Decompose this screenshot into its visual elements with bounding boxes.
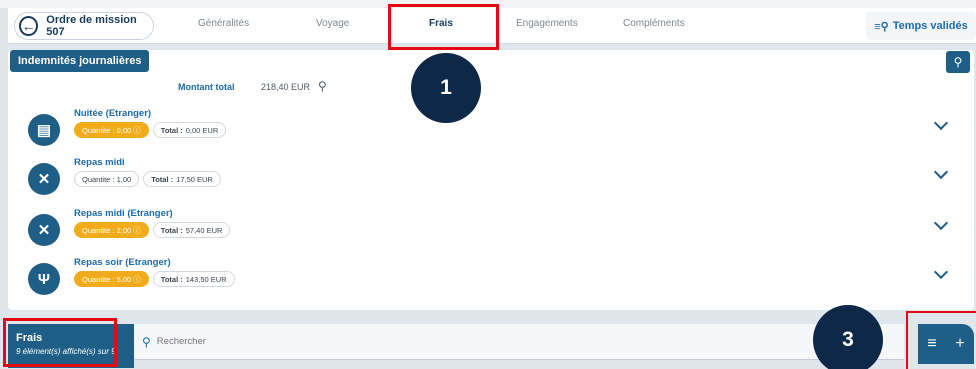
montant-total-value: 218,40 EUR — [261, 82, 311, 92]
highlight-frais-list — [3, 318, 117, 367]
total-badge: Total :0,00 EUR — [152, 122, 227, 138]
arrow-left-icon: ← — [19, 16, 39, 36]
list-item[interactable]: ✕ Repas midi (Etranger) Quantite : 2,00 … — [8, 208, 974, 254]
tab-complements[interactable]: Compléments — [623, 18, 685, 29]
temps-valides-button[interactable]: ≡⚲ Temps validés — [866, 12, 976, 40]
search-icon: ⚲ — [953, 55, 963, 69]
tab-generalites[interactable]: Généralités — [198, 18, 249, 29]
item-title: Nuitée (Etranger) — [74, 108, 152, 119]
item-title: Repas soir (Etranger) — [74, 257, 171, 268]
highlight-actions — [906, 311, 976, 369]
chevron-down-icon[interactable] — [933, 115, 949, 131]
chevron-down-icon[interactable] — [933, 164, 949, 180]
total-badge: Total :17,50 EUR — [143, 171, 221, 187]
fork-knife-icon: Ψ — [28, 263, 60, 295]
quantite-badge: Quantite : 2,00 ⓘ — [74, 222, 149, 238]
montant-total-label: Montant total — [178, 82, 235, 92]
list-item[interactable]: ▤ Nuitée (Etranger) Quantite : 0,00 ⓘ To… — [8, 108, 974, 154]
list-item[interactable]: ✕ Repas midi Quantite : 1,00 Total :17,5… — [8, 157, 974, 203]
back-label: Ordre de mission 507 — [46, 14, 137, 38]
list-search-icon: ≡⚲ — [874, 20, 889, 33]
search-icon[interactable]: ⚲ — [318, 79, 327, 93]
utensils-icon: ✕ — [28, 163, 60, 195]
tab-engagements[interactable]: Engagements — [516, 18, 578, 29]
total-badge: Total :57,40 EUR — [152, 222, 231, 238]
tab-voyage[interactable]: Voyage — [316, 18, 349, 29]
quantite-badge: Quantite : 5,00 ⓘ — [74, 271, 149, 287]
panel-title: Indemnités journalières — [10, 50, 150, 72]
quantite-badge: Quantite : 1,00 — [74, 171, 140, 187]
item-title: Repas midi (Etranger) — [74, 208, 173, 219]
callout-3: 3 — [813, 305, 883, 369]
search-bar: ⚲ — [134, 324, 904, 360]
list-item[interactable]: Ψ Repas soir (Etranger) Quantite : 5,00 … — [8, 257, 974, 303]
total-badge: Total :143,50 EUR — [152, 271, 235, 287]
indemnites-panel: Indemnités journalières ⚲ Montant total … — [8, 50, 974, 310]
quantite-badge: Quantite : 0,00 ⓘ — [74, 122, 149, 138]
chevron-down-icon[interactable] — [933, 215, 949, 231]
chevron-down-icon[interactable] — [933, 264, 949, 280]
highlight-frais-tab — [388, 4, 499, 50]
callout-1: 1 — [411, 53, 481, 123]
search-input[interactable] — [156, 336, 557, 347]
temps-valides-label: Temps validés — [892, 20, 968, 32]
item-title: Repas midi — [74, 157, 125, 168]
panel-search-button[interactable]: ⚲ — [946, 51, 970, 73]
back-button[interactable]: ← Ordre de mission 507 — [14, 12, 154, 40]
search-icon: ⚲ — [142, 334, 151, 349]
bed-icon: ▤ — [28, 114, 60, 146]
utensils-icon: ✕ — [28, 214, 60, 246]
